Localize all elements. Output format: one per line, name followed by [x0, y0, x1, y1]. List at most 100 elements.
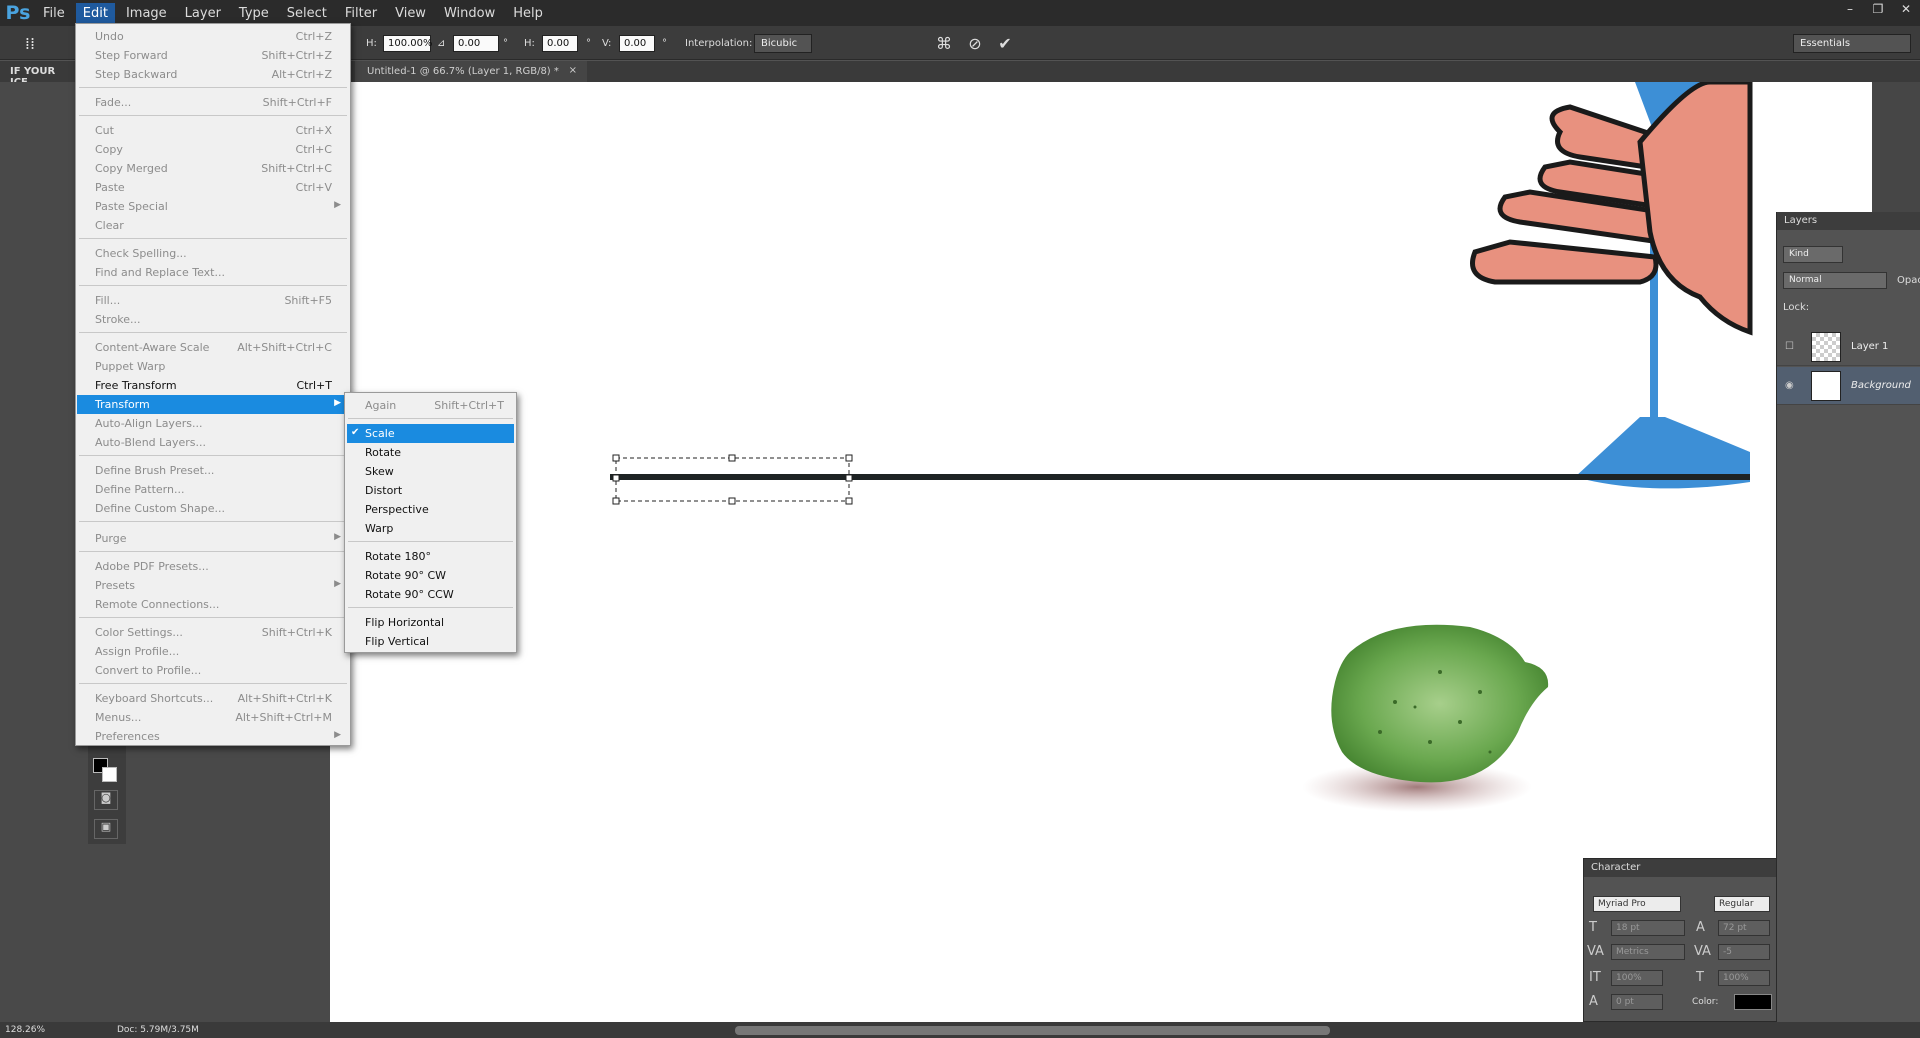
menu-filter[interactable]: Filter — [338, 3, 384, 24]
menu-item-fade[interactable]: Fade... Shift+Ctrl+F — [77, 93, 349, 112]
menu-item-copy[interactable]: Copy Ctrl+C — [77, 140, 349, 159]
font-size-input[interactable]: 18 pt — [1611, 920, 1685, 936]
quick-mask-icon[interactable]: ◙ — [94, 790, 118, 810]
menu-item-find-replace[interactable]: Find and Replace Text... — [77, 263, 349, 282]
workspace-select[interactable]: Essentials — [1793, 34, 1911, 53]
menu-separator — [79, 115, 347, 116]
menu-item-paste[interactable]: Paste Ctrl+V — [77, 178, 349, 197]
submenu-item-warp[interactable]: Warp — [347, 519, 514, 538]
menu-item-stroke[interactable]: Stroke... — [77, 310, 349, 329]
blend-mode-select[interactable]: Normal — [1783, 272, 1887, 289]
menu-type[interactable]: Type — [232, 3, 276, 24]
menu-item-clear[interactable]: Clear — [77, 216, 349, 235]
submenu-item-scale[interactable]: ✔ Scale — [347, 424, 514, 443]
submenu-arrow-icon: ▶ — [334, 398, 341, 408]
baseline-shift-input[interactable]: 0 pt — [1611, 994, 1663, 1010]
submenu-item-skew[interactable]: Skew — [347, 462, 514, 481]
cancel-transform-icon[interactable]: ⊘ — [965, 34, 985, 54]
menu-item-check-spelling[interactable]: Check Spelling... — [77, 244, 349, 263]
menu-item-purge[interactable]: Purge ▶ — [77, 529, 349, 548]
restore-button[interactable]: ❐ — [1864, 0, 1892, 18]
submenu-item-perspective[interactable]: Perspective — [347, 500, 514, 519]
left-panel-title: IF YOUR ICE — [0, 61, 75, 88]
menu-file[interactable]: File — [36, 3, 72, 24]
kerning-select[interactable]: Metrics — [1611, 944, 1685, 960]
background-color-swatch[interactable] — [102, 767, 117, 782]
vskew-input[interactable]: 0.00 — [619, 35, 655, 52]
eye-icon[interactable]: ◉ — [1785, 380, 1794, 391]
font-style-select[interactable]: Regular — [1714, 896, 1770, 912]
menu-item-transform[interactable]: Transform ▶ — [77, 395, 349, 414]
menu-item-fill[interactable]: Fill... Shift+F5 — [77, 291, 349, 310]
tracking-select[interactable]: -5 — [1718, 944, 1770, 960]
hskew-input[interactable]: 0.00 — [542, 35, 578, 52]
menu-item-paste-special[interactable]: Paste Special ▶ — [77, 197, 349, 216]
menu-window[interactable]: Window — [437, 3, 502, 24]
layers-panel-title[interactable]: Layers — [1777, 212, 1920, 230]
menu-item-step-forward[interactable]: Step Forward Shift+Ctrl+Z — [77, 46, 349, 65]
menu-select[interactable]: Select — [280, 3, 334, 24]
menu-item-keyboard-shortcuts[interactable]: Keyboard Shortcuts... Alt+Shift+Ctrl+K — [77, 689, 349, 708]
leading-input[interactable]: 72 pt — [1718, 920, 1770, 936]
submenu-item-rotate[interactable]: Rotate — [347, 443, 514, 462]
minimize-button[interactable]: – — [1836, 0, 1864, 18]
submenu-item-flip-vertical[interactable]: Flip Vertical — [347, 632, 514, 651]
vertical-scale-input[interactable]: 100% — [1611, 970, 1663, 986]
font-family-select[interactable]: Myriad Pro — [1593, 896, 1681, 912]
menu-item-color-settings[interactable]: Color Settings... Shift+Ctrl+K — [77, 623, 349, 642]
submenu-item-flip-horizontal[interactable]: Flip Horizontal — [347, 613, 514, 632]
menu-item-cut[interactable]: Cut Ctrl+X — [77, 121, 349, 140]
menu-item-auto-align-layers[interactable]: Auto-Align Layers... — [77, 414, 349, 433]
kind-filter-select[interactable]: Kind — [1783, 246, 1843, 263]
menu-help[interactable]: Help — [506, 3, 550, 24]
visibility-off-icon[interactable]: ☐ — [1785, 341, 1794, 352]
menu-item-define-brush-preset[interactable]: Define Brush Preset... — [77, 461, 349, 480]
menu-item-preferences[interactable]: Preferences ▶ — [77, 727, 349, 746]
angle-input[interactable]: 0.00 — [453, 35, 499, 52]
menu-item-define-custom-shape[interactable]: Define Custom Shape... — [77, 499, 349, 518]
reference-point-icon[interactable]: ⁞⁞ — [20, 34, 40, 54]
menu-item-free-transform[interactable]: Free Transform Ctrl+T — [77, 376, 349, 395]
submenu-item-rotate-90-cw[interactable]: Rotate 90° CW — [347, 566, 514, 585]
menu-item-define-pattern[interactable]: Define Pattern... — [77, 480, 349, 499]
text-color-swatch[interactable] — [1734, 994, 1772, 1010]
menu-item-step-backward[interactable]: Step Backward Alt+Ctrl+Z — [77, 65, 349, 84]
menu-item-undo[interactable]: Undo Ctrl+Z — [77, 27, 349, 46]
submenu-item-rotate-90-ccw[interactable]: Rotate 90° CCW — [347, 585, 514, 604]
screen-mode-icon[interactable]: ▣ — [94, 819, 118, 839]
menu-item-puppet-warp[interactable]: Puppet Warp — [77, 357, 349, 376]
interpolation-select[interactable]: Bicubic — [754, 34, 812, 53]
menu-item-copy-merged[interactable]: Copy Merged Shift+Ctrl+C — [77, 159, 349, 178]
menu-image[interactable]: Image — [119, 3, 174, 24]
horizontal-scrollbar-thumb[interactable] — [735, 1026, 1330, 1035]
menu-item-adobe-pdf-presets[interactable]: Adobe PDF Presets... — [77, 557, 349, 576]
submenu-item-distort[interactable]: Distort — [347, 481, 514, 500]
warp-mode-icon[interactable]: ⌘ — [934, 34, 954, 54]
menu-item-convert-to-profile[interactable]: Convert to Profile... — [77, 661, 349, 680]
submenu-item-rotate-180[interactable]: Rotate 180° — [347, 547, 514, 566]
submenu-item-again[interactable]: Again Shift+Ctrl+T — [347, 396, 514, 415]
menu-item-assign-profile[interactable]: Assign Profile... — [77, 642, 349, 661]
close-button[interactable]: ✕ — [1892, 0, 1920, 18]
menu-item-content-aware-scale[interactable]: Content-Aware Scale Alt+Shift+Ctrl+C — [77, 338, 349, 357]
menu-item-menus[interactable]: Menus... Alt+Shift+Ctrl+M — [77, 708, 349, 727]
layer-row-layer-1[interactable]: ☐ Layer 1 — [1777, 328, 1920, 366]
close-tab-icon[interactable]: × — [569, 65, 577, 76]
menu-item-presets[interactable]: Presets ▶ — [77, 576, 349, 595]
menu-layer[interactable]: Layer — [178, 3, 228, 24]
menu-separator — [79, 683, 347, 684]
horizontal-scale-input[interactable]: 100% — [1718, 970, 1770, 986]
menu-item-label: Flip Vertical — [365, 635, 430, 648]
zoom-level[interactable]: 128.26% — [5, 1025, 45, 1035]
menu-item-remote-connections[interactable]: Remote Connections... — [77, 595, 349, 614]
menu-item-label: Transform — [95, 398, 150, 411]
menu-view[interactable]: View — [388, 3, 433, 24]
menu-edit[interactable]: Edit — [75, 2, 115, 24]
commit-transform-icon[interactable]: ✔ — [995, 34, 1015, 54]
height-input[interactable]: 100.00% — [383, 35, 433, 52]
character-panel-title[interactable]: Character — [1584, 859, 1776, 877]
menu-item-auto-blend-layers[interactable]: Auto-Blend Layers... — [77, 433, 349, 452]
menu-item-label: Define Pattern... — [95, 483, 185, 496]
layer-row-background[interactable]: ◉ Background — [1777, 367, 1920, 405]
document-tab[interactable]: Untitled-1 @ 66.7% (Layer 1, RGB/8) * × — [355, 61, 587, 82]
